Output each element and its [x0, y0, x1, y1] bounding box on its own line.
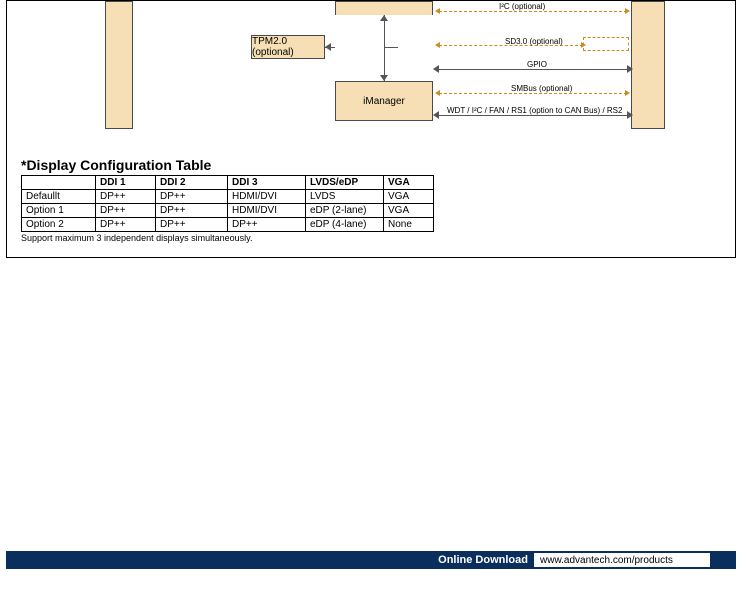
- table-row: Defaullt DP++ DP++ HDMI/DVI LVDS VGA: [22, 190, 434, 204]
- block-right: [631, 1, 665, 129]
- th-lvds: LVDS/eDP: [306, 176, 384, 190]
- th-ddi1: DDI 1: [96, 176, 156, 190]
- table-row: Option 2 DP++ DP++ DP++ eDP (4-lane) Non…: [22, 218, 434, 232]
- block-diagram: TPM2.0 (optional) iManager I²C (optional…: [7, 1, 735, 131]
- footer-tail: [710, 551, 736, 569]
- footer-bar: Online Download www.advantech.com/produc…: [6, 551, 736, 569]
- signal-gpio: GPIO: [527, 60, 547, 69]
- imanager-label: iManager: [363, 96, 405, 107]
- block-left: [105, 1, 133, 129]
- signal-i2c: I²C (optional): [499, 2, 545, 11]
- tpm-label: TPM2.0 (optional): [252, 36, 324, 58]
- diagram-frame: TPM2.0 (optional) iManager I²C (optional…: [6, 0, 736, 258]
- block-imanager: iManager: [335, 81, 433, 121]
- download-url[interactable]: www.advantech.com/products: [534, 553, 710, 567]
- signal-sd30: SD3.0 (optional): [505, 37, 563, 46]
- th-ddi2: DDI 2: [156, 176, 228, 190]
- signal-wdt: WDT / I²C / FAN / RS1 (option to CAN Bus…: [447, 106, 622, 115]
- th-vga: VGA: [384, 176, 434, 190]
- download-label: Online Download: [438, 554, 534, 566]
- signal-smbus: SMBus (optional): [511, 84, 572, 93]
- block-top-fragment: [335, 1, 433, 15]
- table-header-row: DDI 1 DDI 2 DDI 3 LVDS/eDP VGA: [22, 176, 434, 190]
- display-config-table: DDI 1 DDI 2 DDI 3 LVDS/eDP VGA Defaullt …: [21, 175, 434, 232]
- th-ddi3: DDI 3: [228, 176, 306, 190]
- block-tpm: TPM2.0 (optional): [251, 35, 325, 59]
- table-footnote: Support maximum 3 independent displays s…: [21, 233, 252, 243]
- table-title: *Display Configuration Table: [21, 157, 211, 173]
- th-blank: [22, 176, 96, 190]
- table-row: Option 1 DP++ DP++ HDMI/DVI eDP (2-lane)…: [22, 204, 434, 218]
